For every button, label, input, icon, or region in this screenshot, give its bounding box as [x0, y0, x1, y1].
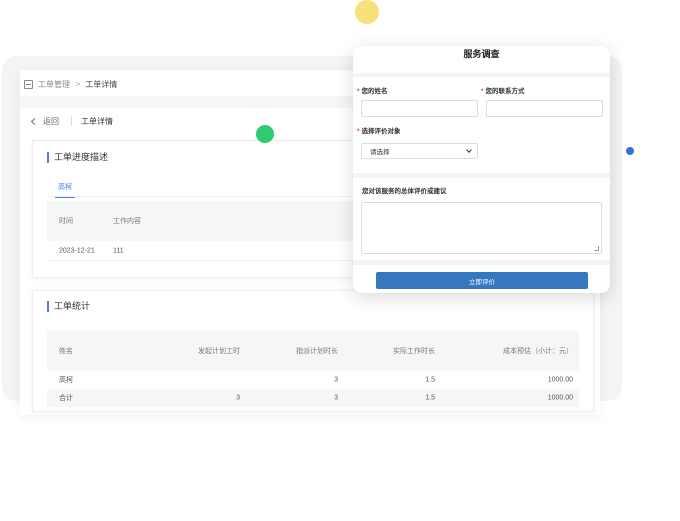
back-button[interactable]: 返回: [20, 116, 59, 127]
stats-section-title: 工单统计: [47, 301, 90, 312]
column-header-actual-hours: 实际工作时长: [393, 348, 435, 355]
column-header-time: 时间: [59, 218, 73, 225]
overall-label: 您对该服务的总体评价或建议: [362, 188, 447, 195]
target-label: * 选择评价对象: [357, 125, 401, 135]
contact-label-text: 您的联系方式: [485, 88, 525, 95]
contact-label: * 您的联系方式: [481, 85, 525, 95]
column-header-assigned-hours: 指派计划时长: [296, 348, 338, 355]
contact-input[interactable]: [486, 100, 603, 117]
stage: 工单管理 > 工单详情 返回 工单详情 工单进度描述 高柯 时间 工作内容 20…: [0, 0, 680, 521]
decorative-yellow-dot: [355, 0, 379, 24]
required-mark: *: [481, 88, 484, 95]
cell-actual-hours: 1.5: [425, 394, 435, 402]
resize-handle-icon[interactable]: [594, 246, 599, 251]
table-row-total: 合计 3 3 1.5 1000.00: [47, 389, 579, 407]
table-row: 高柯 3 1.5 1000.00: [47, 371, 579, 389]
document-icon: [24, 79, 33, 89]
target-label-text: 选择评价对象: [361, 128, 401, 135]
breadcrumb-current: 工单详情: [85, 79, 118, 89]
cell-cost-estimate: 1000.00: [547, 376, 573, 384]
cell-content: 111: [113, 247, 124, 254]
stats-section: 工单统计 姓名 发起计划工时 指派计划时长 实际工作时长 成本预估（小计：元） …: [32, 290, 594, 412]
stats-table-header: 姓名 发起计划工时 指派计划时长 实际工作时长 成本预估（小计：元）: [47, 331, 579, 371]
target-select[interactable]: 请选择: [361, 143, 478, 159]
name-label-text: 您的姓名: [361, 88, 388, 95]
service-survey-dialog: 服务调查 * 您的姓名 * 您的联系方式 * 选择评价对象 请选择 您对该服务的总体评…: [353, 46, 610, 293]
name-input[interactable]: [361, 100, 478, 117]
required-mark: *: [357, 128, 360, 135]
chevron-left-icon: [30, 117, 39, 125]
cell-planned-hours: 3: [236, 394, 240, 402]
breadcrumb-root[interactable]: 工单管理: [38, 79, 70, 90]
survey-title: 服务调查: [463, 49, 500, 59]
page-title: 工单详情: [81, 116, 113, 126]
column-header-content: 工作内容: [113, 218, 141, 225]
name-label: * 您的姓名: [357, 85, 388, 95]
sub-header-divider: [71, 116, 72, 126]
cell-name: 高柯: [59, 377, 73, 384]
breadcrumb: 工单管理 > 工单详情: [20, 74, 117, 94]
breadcrumb-separator: >: [75, 79, 81, 89]
cell-assigned-hours: 3: [334, 394, 338, 402]
column-header-planned-hours: 发起计划工时: [198, 348, 240, 355]
decorative-blue-dot: [626, 147, 634, 155]
cell-name: 合计: [59, 395, 73, 402]
overall-feedback-textarea[interactable]: [361, 202, 602, 254]
survey-divider: [353, 260, 610, 265]
survey-divider: [353, 73, 610, 77]
decorative-green-dot: [256, 125, 274, 143]
chevron-down-icon: [466, 147, 472, 153]
column-header-name: 姓名: [59, 348, 73, 355]
column-header-cost-estimate: 成本预估（小计：元）: [503, 348, 573, 355]
cell-actual-hours: 1.5: [425, 376, 435, 384]
required-mark: *: [357, 88, 360, 95]
cell-cost-estimate: 1000.00: [547, 394, 573, 402]
submit-evaluation-button[interactable]: 立即评价: [376, 272, 588, 289]
cell-assigned-hours: 3: [334, 376, 338, 384]
back-label: 返回: [43, 116, 59, 126]
survey-divider: [353, 173, 610, 178]
progress-section-title: 工单进度描述: [47, 152, 108, 163]
target-select-value: 请选择: [370, 149, 390, 156]
cell-time: 2023-12-21: [59, 247, 95, 254]
